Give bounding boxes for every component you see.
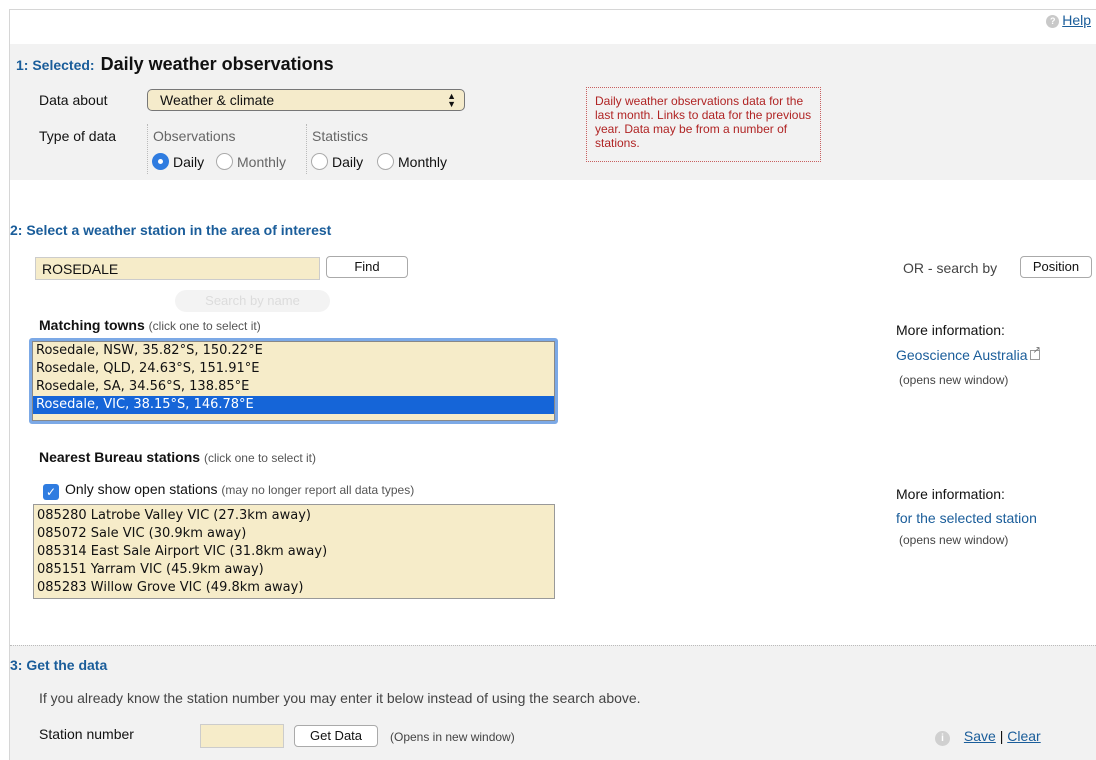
- station-number-label: Station number: [39, 726, 134, 742]
- open-stations-hint: (may no longer report all data types): [221, 483, 415, 497]
- obs-monthly-radio[interactable]: Monthly: [216, 153, 286, 170]
- group-divider: [306, 124, 307, 174]
- matching-towns-list[interactable]: Rosedale, NSW, 35.82°S, 150.22°E Rosedal…: [32, 341, 555, 421]
- town-option-selected[interactable]: Rosedale, VIC, 38.15°S, 146.78°E: [33, 396, 554, 414]
- station-option[interactable]: 085280 Latrobe Valley VIC (27.3km away): [34, 507, 554, 525]
- towns-listbox-focus: Rosedale, NSW, 35.82°S, 150.22°E Rosedal…: [29, 338, 558, 424]
- opens-in-new-window-note: (Opens in new window): [390, 730, 515, 744]
- radio-icon: [216, 153, 233, 170]
- station-number-input[interactable]: [200, 724, 284, 748]
- stat-daily-radio[interactable]: Daily: [311, 153, 363, 170]
- nearest-stations-list[interactable]: 085280 Latrobe Valley VIC (27.3km away) …: [33, 504, 555, 599]
- find-button[interactable]: Find: [326, 256, 408, 278]
- town-search-input[interactable]: ROSEDALE: [35, 257, 320, 280]
- radio-selected-icon: [152, 153, 169, 170]
- section3-title: 3: Get the data: [10, 657, 108, 673]
- help-area: ? Help: [1046, 12, 1091, 28]
- checkmark-icon: ✓: [43, 484, 59, 500]
- help-icon: ?: [1046, 15, 1060, 28]
- type-of-data-label: Type of data: [39, 128, 117, 144]
- data-about-label: Data about: [39, 92, 108, 108]
- town-option[interactable]: Rosedale, SA, 34.56°S, 138.85°E: [33, 378, 554, 396]
- external-link-icon: [1029, 345, 1041, 360]
- obs-daily-label: Daily: [173, 154, 205, 170]
- matching-towns-label: Matching towns: [39, 317, 145, 333]
- station-option[interactable]: 085072 Sale VIC (30.9km away): [34, 525, 554, 543]
- or-search-label: OR - search by: [903, 260, 998, 276]
- position-button[interactable]: Position: [1020, 256, 1092, 278]
- selected-station-link[interactable]: for the selected station: [896, 510, 1037, 526]
- stat-monthly-radio[interactable]: Monthly: [377, 153, 447, 170]
- clear-link[interactable]: Clear: [1007, 728, 1040, 744]
- info-icon: i: [935, 731, 950, 746]
- more-info-label-2: More information:: [896, 486, 1005, 502]
- stat-monthly-label: Monthly: [398, 154, 448, 170]
- geoscience-australia-link[interactable]: Geoscience Australia: [896, 347, 1028, 363]
- select-arrows-icon: ▲ ▼: [447, 91, 456, 109]
- town-option[interactable]: Rosedale, NSW, 35.82°S, 150.22°E: [33, 342, 554, 360]
- search-tooltip: Search by name: [175, 290, 330, 312]
- obs-daily-radio[interactable]: Daily: [152, 153, 204, 170]
- nearest-stations-heading: Nearest Bureau stations (click one to se…: [39, 449, 316, 465]
- help-link[interactable]: Help: [1062, 12, 1091, 28]
- save-clear-area: i Save | Clear: [935, 728, 1041, 746]
- town-option[interactable]: Rosedale, QLD, 24.63°S, 151.91°E: [33, 360, 554, 378]
- matching-towns-hint: (click one to select it): [148, 319, 261, 333]
- open-stations-checkbox[interactable]: ✓ Only show open stations (may no longer …: [43, 481, 414, 500]
- data-about-select[interactable]: Weather & climate ▲ ▼: [147, 89, 465, 111]
- opens-new-window-note-2: (opens new window): [899, 533, 1009, 547]
- more-info-label: More information:: [896, 322, 1005, 338]
- get-data-button[interactable]: Get Data: [294, 725, 378, 747]
- group-divider: [147, 124, 148, 174]
- matching-towns-heading: Matching towns (click one to select it): [39, 317, 261, 333]
- link-separator: |: [999, 728, 1004, 744]
- radio-icon: [377, 153, 394, 170]
- section1-heading: 1: Selected: Daily weather observations: [16, 54, 334, 75]
- open-stations-label: Only show open stations: [65, 481, 218, 497]
- section2-title: 2: Select a weather station in the area …: [10, 222, 332, 238]
- section1-title: Daily weather observations: [100, 54, 334, 74]
- station-option[interactable]: 085151 Yarram VIC (45.9km away): [34, 561, 554, 579]
- statistics-group-label: Statistics: [312, 128, 369, 144]
- section1-number: 1: Selected:: [16, 57, 95, 73]
- station-option[interactable]: 085283 Willow Grove VIC (49.8km away): [34, 579, 554, 597]
- nearest-stations-label: Nearest Bureau stations: [39, 449, 201, 465]
- station-option[interactable]: 085314 East Sale Airport VIC (31.8km awa…: [34, 543, 554, 561]
- save-link[interactable]: Save: [964, 728, 996, 744]
- section3-instructions: If you already know the station number y…: [39, 690, 641, 706]
- geoscience-link-row: Geoscience Australia: [896, 345, 1041, 363]
- stat-daily-label: Daily: [332, 154, 364, 170]
- nearest-stations-hint: (click one to select it): [203, 451, 316, 465]
- obs-monthly-label: Monthly: [237, 154, 287, 170]
- observations-group-label: Observations: [153, 128, 236, 144]
- opens-new-window-note: (opens new window): [899, 373, 1009, 387]
- data-about-value: Weather & climate: [160, 92, 275, 108]
- radio-icon: [311, 153, 328, 170]
- product-description-note: Daily weather observations data for the …: [586, 87, 821, 162]
